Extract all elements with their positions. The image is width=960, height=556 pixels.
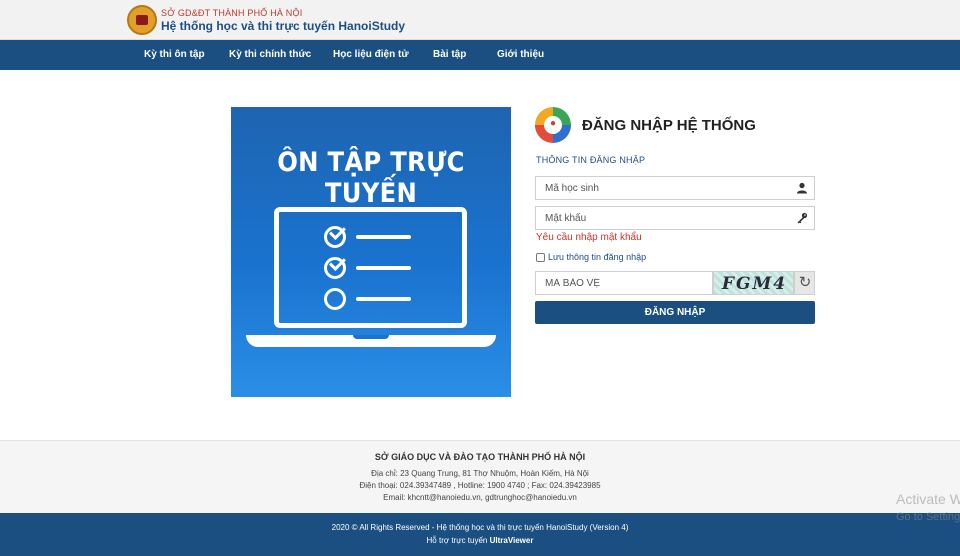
main-nav: Kỳ thi ôn tập Kỳ thi chính thức Học liệu… xyxy=(0,40,960,70)
top-header: SỞ GD&ĐT THÀNH PHỐ HÀ NỘI Hệ thống học v… xyxy=(0,0,960,40)
footer-info: SỞ GIÁO DỤC VÀ ĐÀO TẠO THÀNH PHỐ HÀ NỘI … xyxy=(0,440,960,513)
login-button[interactable]: ĐĂNG NHẬP xyxy=(535,301,815,324)
laptop-notch xyxy=(353,335,389,339)
footer-phone: Điện thoại: 024.39347489 , Hotline: 1900… xyxy=(359,481,601,490)
footer-support: Hỗ trợ trực tuyến UltraViewer xyxy=(0,536,960,545)
hanoi-education-logo[interactable] xyxy=(127,5,157,35)
nav-item-exercises[interactable]: Bài tập xyxy=(433,40,466,70)
login-title: ĐĂNG NHẬP HỆ THỐNG xyxy=(582,117,756,134)
password-field[interactable] xyxy=(535,206,815,230)
footer-copyright: 2020 © All Rights Reserved - Hệ thống họ… xyxy=(331,523,629,532)
checklist-line xyxy=(356,235,411,239)
org-name: SỞ GD&ĐT THÀNH PHỐ HÀ NỘI xyxy=(161,8,303,18)
username-field[interactable] xyxy=(535,176,815,200)
circle-icon xyxy=(324,288,346,310)
footer-bar: 2020 © All Rights Reserved - Hệ thống họ… xyxy=(0,513,960,556)
checklist-item xyxy=(324,254,414,281)
captcha-image: FGM4 xyxy=(713,271,794,295)
password-error-message: Yêu cầu nhập mật khẩu xyxy=(536,232,642,243)
footer-org-name: SỞ GIÁO DỤC VÀ ĐÀO TẠO THÀNH PHỐ HÀ NỘI xyxy=(374,452,586,462)
checklist-line xyxy=(356,266,411,270)
remember-checkbox[interactable] xyxy=(536,253,545,262)
username-input[interactable] xyxy=(536,177,786,199)
checklist-item xyxy=(324,288,414,312)
ultraviewer-link[interactable]: UltraViewer xyxy=(490,536,534,545)
key-icon xyxy=(796,212,808,224)
nav-item-official-exam[interactable]: Kỳ thi chính thức xyxy=(229,40,311,70)
activate-windows-watermark: Activate W xyxy=(896,491,960,507)
footer-address: Địa chỉ: 23 Quang Trung, 81 Thợ Nhuộm, H… xyxy=(371,469,589,478)
checklist-line xyxy=(356,297,411,301)
remember-label[interactable]: Lưu thông tin đăng nhập xyxy=(548,252,646,262)
lock-icon: ● xyxy=(549,118,557,129)
nav-item-review-exam[interactable]: Kỳ thi ôn tập xyxy=(144,40,205,70)
captcha-input[interactable] xyxy=(536,272,712,294)
go-to-settings-watermark: Go to Setting xyxy=(896,511,960,523)
user-icon xyxy=(796,182,808,194)
captcha-field[interactable] xyxy=(535,271,713,295)
banner-title: ÔN TẬP TRỰC TUYẾN xyxy=(277,147,465,209)
login-section-label: THÔNG TIN ĐĂNG NHẬP xyxy=(536,155,646,165)
nav-item-about[interactable]: Giới thiệu xyxy=(497,40,544,70)
nav-item-e-learning[interactable]: Học liệu điện tử xyxy=(333,40,409,70)
refresh-icon: ↻ xyxy=(798,274,812,291)
checklist-item xyxy=(324,223,414,250)
footer-email: Email: khcntt@hanoiedu.vn, gdtrunghoc@ha… xyxy=(383,493,577,502)
refresh-captcha-button[interactable]: ↻ xyxy=(794,271,815,295)
site-name[interactable]: Hệ thống học và thi trực tuyến HanoiStud… xyxy=(161,19,405,33)
password-input[interactable] xyxy=(536,207,786,229)
promo-banner: ÔN TẬP TRỰC TUYẾN xyxy=(231,107,511,397)
footer-support-prefix: Hỗ trợ trực tuyến xyxy=(426,536,488,545)
captcha-image-text: FGM4 xyxy=(721,274,788,294)
